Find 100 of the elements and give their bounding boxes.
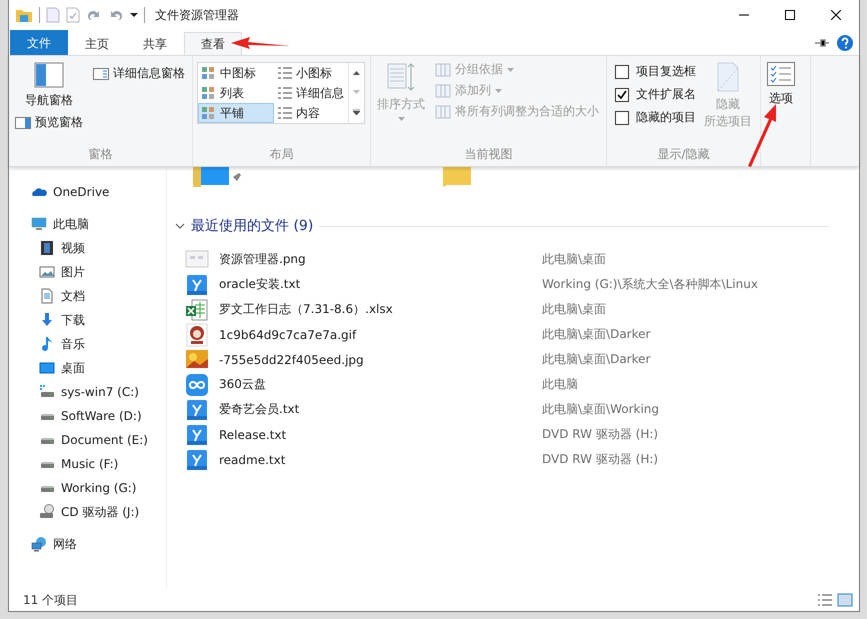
file-name[interactable]: 360云盘: [219, 376, 542, 393]
group-label: 窗格: [88, 146, 114, 163]
document-icon: [39, 288, 55, 304]
nav-item[interactable]: 网络: [9, 532, 166, 556]
columns-icon: [435, 104, 451, 120]
disc-drive-icon: [39, 504, 55, 520]
file-location: 此电脑\桌面\Darker: [542, 326, 650, 343]
monitor-icon: [31, 216, 47, 232]
drive-icon: [39, 384, 55, 400]
section-title[interactable]: 最近使用的文件 (9): [191, 217, 314, 235]
close-icon: [831, 10, 841, 20]
item-count: 11 个项目: [23, 592, 78, 608]
view-icon: [202, 107, 216, 119]
nav-item[interactable]: 此电脑: [9, 212, 166, 236]
window-title: 文件资源管理器: [155, 6, 239, 24]
expand-icon[interactable]: [353, 109, 360, 116]
nav-item[interactable]: OneDrive: [9, 180, 166, 204]
avatar-icon: [185, 322, 209, 346]
layout-option[interactable]: 详细信息: [274, 83, 348, 103]
preview-pane-button[interactable]: 预览窗格: [13, 113, 85, 132]
desktop-icon: [39, 360, 55, 376]
group-label: 当前视图: [464, 146, 514, 163]
group-label: 显示/隐藏: [656, 146, 711, 163]
pane-icon: [93, 68, 109, 80]
folder-icon[interactable]: [15, 7, 33, 23]
ribbon-tab[interactable]: 文件: [10, 30, 68, 55]
file-name[interactable]: -755e5dd22f405eed.jpg: [219, 352, 542, 366]
options-button[interactable]: 选项: [765, 60, 797, 166]
nav-item[interactable]: 桌面: [9, 356, 166, 380]
details-view-icon[interactable]: [817, 593, 833, 607]
file-location: 此电脑\桌面\Working: [542, 401, 660, 418]
notebook-icon: [185, 272, 209, 296]
ribbon-tab[interactable]: 查看: [184, 32, 242, 55]
view-icon: [278, 67, 292, 79]
chevron-icon[interactable]: [175, 222, 185, 230]
nav-item[interactable]: Music (F:): [9, 452, 166, 476]
checkbox[interactable]: [615, 110, 629, 124]
nav-item[interactable]: sys-win7 (C:): [9, 380, 166, 404]
notebook-icon: [185, 398, 209, 422]
nav-item[interactable]: 下载: [9, 308, 166, 332]
nav-item[interactable]: Working (G:): [9, 476, 166, 500]
file-name[interactable]: Release.txt: [219, 428, 542, 442]
nav-item[interactable]: CD 驱动器 (J:): [9, 500, 166, 524]
file-name[interactable]: 1c9b64d9c7ca7e7a.gif: [219, 328, 542, 342]
view-icon: [202, 67, 216, 79]
file-location: 此电脑\桌面\Darker: [542, 351, 650, 368]
annotation-arrow: [748, 104, 776, 167]
ribbon-tab[interactable]: 主页: [68, 32, 126, 55]
nav-item[interactable]: Document (E:): [9, 428, 166, 452]
checklist-icon[interactable]: [66, 7, 80, 23]
file-name[interactable]: 资源管理器.png: [219, 251, 542, 268]
file-name[interactable]: 罗文工作日志（7.31-8.6）.xlsx: [219, 301, 542, 318]
folder-icon: [193, 167, 243, 187]
nav-item[interactable]: 视频: [9, 236, 166, 260]
nav-item[interactable]: 音乐: [9, 332, 166, 356]
columns-icon: [435, 62, 451, 78]
layout-option[interactable]: 列表: [198, 83, 274, 103]
checkbox-label: 项目复选框: [636, 63, 696, 80]
hide-file-icon: [716, 62, 740, 92]
file-location: 此电脑: [542, 376, 578, 393]
caret-icon: [398, 117, 404, 121]
file-location: DVD RW 驱动器 (H:): [542, 426, 658, 443]
download-icon: [39, 312, 55, 328]
dropdown-icon[interactable]: [130, 12, 138, 18]
view-icon: [202, 87, 216, 99]
checklist-icon: [767, 62, 795, 86]
checkbox-label: 隐藏的项目: [636, 109, 696, 126]
nav-item[interactable]: 文档: [9, 284, 166, 308]
layout-option[interactable]: 平铺: [198, 103, 274, 123]
details-pane-button[interactable]: 详细信息窗格: [91, 64, 187, 83]
layout-option[interactable]: 中图标: [198, 63, 274, 83]
notebook-icon: [185, 448, 209, 472]
layout-option[interactable]: 内容: [274, 103, 348, 123]
nav-item[interactable]: SoftWare (D:): [9, 404, 166, 428]
group-label: 布局: [268, 146, 294, 163]
checkbox[interactable]: [615, 88, 629, 102]
help-icon[interactable]: [837, 34, 853, 50]
pane-icon: [15, 116, 31, 128]
large-icons-view-icon[interactable]: [837, 593, 853, 607]
layout-option[interactable]: 小图标: [274, 63, 348, 83]
view-icon: [278, 107, 292, 119]
ribbon-tab[interactable]: 共享: [126, 32, 184, 55]
file-name[interactable]: readme.txt: [219, 452, 542, 466]
film-icon: [39, 240, 55, 256]
navigation-pane-button[interactable]: 导航窗格: [13, 60, 85, 111]
file-name[interactable]: oracle安装.txt: [219, 276, 542, 293]
nav-item[interactable]: 图片: [9, 260, 166, 284]
checkbox[interactable]: [615, 64, 629, 78]
pin-icon[interactable]: [815, 38, 829, 46]
checkbox-label: 文件扩展名: [636, 86, 696, 103]
annotation-arrow: [231, 37, 290, 49]
file-location: DVD RW 驱动器 (H:): [542, 451, 658, 468]
file-location: 此电脑\桌面: [542, 251, 606, 268]
file-name[interactable]: 爱奇艺会员.txt: [219, 401, 542, 418]
view-icon: [278, 87, 292, 99]
notebook-icon: [185, 422, 209, 446]
file-location: 此电脑\桌面: [542, 301, 606, 318]
cloud-drive-icon: [185, 372, 209, 396]
picture-icon: [39, 264, 55, 280]
scroll-up-icon[interactable]: [353, 70, 360, 75]
